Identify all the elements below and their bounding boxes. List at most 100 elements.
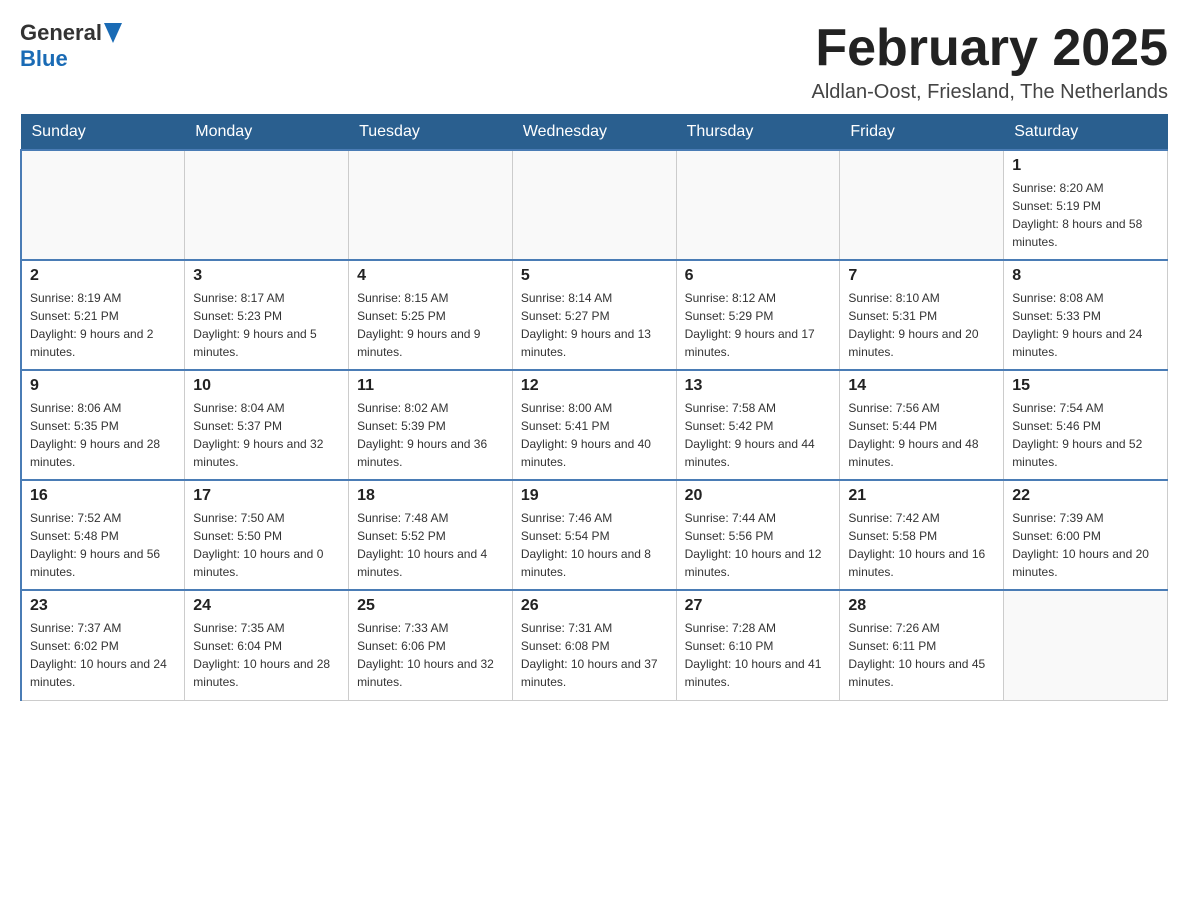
calendar-header-monday: Monday xyxy=(185,115,349,151)
day-info: Sunrise: 7:42 AM Sunset: 5:58 PM Dayligh… xyxy=(848,509,995,581)
day-info: Sunrise: 7:54 AM Sunset: 5:46 PM Dayligh… xyxy=(1012,399,1159,471)
location-title: Aldlan-Oost, Friesland, The Netherlands xyxy=(812,81,1168,104)
day-number: 12 xyxy=(521,377,668,395)
day-info: Sunrise: 8:02 AM Sunset: 5:39 PM Dayligh… xyxy=(357,399,504,471)
day-info: Sunrise: 8:00 AM Sunset: 5:41 PM Dayligh… xyxy=(521,399,668,471)
day-info: Sunrise: 7:33 AM Sunset: 6:06 PM Dayligh… xyxy=(357,619,504,691)
calendar-cell: 16 Sunrise: 7:52 AM Sunset: 5:48 PM Dayli… xyxy=(21,480,185,590)
day-number: 22 xyxy=(1012,487,1159,505)
calendar-cell: 19Sunrise: 7:46 AM Sunset: 5:54 PM Dayli… xyxy=(512,480,676,590)
day-info: Sunrise: 8:04 AM Sunset: 5:37 PM Dayligh… xyxy=(193,399,340,471)
calendar-cell: 17 Sunrise: 7:50 AM Sunset: 5:50 PM Dayli… xyxy=(185,480,349,590)
calendar-cell: 12 Sunrise: 8:00 AM Sunset: 5:41 PM Dayli… xyxy=(512,370,676,480)
day-number: 28 xyxy=(848,597,995,615)
title-section: February 2025 Aldlan-Oost, Friesland, Th… xyxy=(812,20,1168,104)
day-info: Sunrise: 7:50 AM Sunset: 5:50 PM Dayligh… xyxy=(193,509,340,581)
calendar-cell: 14Sunrise: 7:56 AM Sunset: 5:44 PM Dayli… xyxy=(840,370,1004,480)
day-number: 10 xyxy=(193,377,340,395)
calendar-cell: 25 Sunrise: 7:33 AM Sunset: 6:06 PM Dayli… xyxy=(349,590,513,700)
calendar-week-row: 1Sunrise: 8:20 AM Sunset: 5:19 PM Daylig… xyxy=(21,150,1168,260)
day-number: 8 xyxy=(1012,267,1159,285)
calendar-week-row: 23 Sunrise: 7:37 AM Sunset: 6:02 PM Dayli… xyxy=(21,590,1168,700)
day-info: Sunrise: 8:12 AM Sunset: 5:29 PM Dayligh… xyxy=(685,289,832,361)
day-number: 23 xyxy=(30,597,176,615)
calendar-cell xyxy=(512,150,676,260)
day-number: 6 xyxy=(685,267,832,285)
day-number: 21 xyxy=(848,487,995,505)
day-info: Sunrise: 7:26 AM Sunset: 6:11 PM Dayligh… xyxy=(848,619,995,691)
calendar-header-tuesday: Tuesday xyxy=(349,115,513,151)
day-number: 3 xyxy=(193,267,340,285)
day-number: 17 xyxy=(193,487,340,505)
calendar-header-sunday: Sunday xyxy=(21,115,185,151)
calendar-header-wednesday: Wednesday xyxy=(512,115,676,151)
calendar-cell: 20 Sunrise: 7:44 AM Sunset: 5:56 PM Dayli… xyxy=(676,480,840,590)
day-info: Sunrise: 8:17 AM Sunset: 5:23 PM Dayligh… xyxy=(193,289,340,361)
day-info: Sunrise: 7:46 AM Sunset: 5:54 PM Dayligh… xyxy=(521,509,668,581)
calendar-cell: 21 Sunrise: 7:42 AM Sunset: 5:58 PM Dayli… xyxy=(840,480,1004,590)
day-number: 7 xyxy=(848,267,995,285)
day-info: Sunrise: 7:37 AM Sunset: 6:02 PM Dayligh… xyxy=(30,619,176,691)
logo: General Blue xyxy=(20,20,122,72)
day-number: 9 xyxy=(30,377,176,395)
day-info: Sunrise: 8:06 AM Sunset: 5:35 PM Dayligh… xyxy=(30,399,176,471)
calendar-week-row: 2 Sunrise: 8:19 AM Sunset: 5:21 PM Daylig… xyxy=(21,260,1168,370)
day-number: 20 xyxy=(685,487,832,505)
calendar-header-friday: Friday xyxy=(840,115,1004,151)
calendar-cell: 23 Sunrise: 7:37 AM Sunset: 6:02 PM Dayli… xyxy=(21,590,185,700)
day-info: Sunrise: 7:56 AM Sunset: 5:44 PM Dayligh… xyxy=(848,399,995,471)
logo-text-blue: Blue xyxy=(20,46,68,71)
calendar-cell: 6 Sunrise: 8:12 AM Sunset: 5:29 PM Daylig… xyxy=(676,260,840,370)
calendar-cell: 26Sunrise: 7:31 AM Sunset: 6:08 PM Dayli… xyxy=(512,590,676,700)
month-title: February 2025 xyxy=(812,20,1168,77)
calendar-cell: 10 Sunrise: 8:04 AM Sunset: 5:37 PM Dayli… xyxy=(185,370,349,480)
day-number: 24 xyxy=(193,597,340,615)
calendar-cell xyxy=(349,150,513,260)
calendar-header-thursday: Thursday xyxy=(676,115,840,151)
day-number: 2 xyxy=(30,267,176,285)
calendar-cell: 1Sunrise: 8:20 AM Sunset: 5:19 PM Daylig… xyxy=(1004,150,1168,260)
calendar-cell: 2 Sunrise: 8:19 AM Sunset: 5:21 PM Daylig… xyxy=(21,260,185,370)
day-info: Sunrise: 7:48 AM Sunset: 5:52 PM Dayligh… xyxy=(357,509,504,581)
calendar-header-saturday: Saturday xyxy=(1004,115,1168,151)
calendar-cell: 4Sunrise: 8:15 AM Sunset: 5:25 PM Daylig… xyxy=(349,260,513,370)
calendar-cell: 3 Sunrise: 8:17 AM Sunset: 5:23 PM Daylig… xyxy=(185,260,349,370)
calendar-header-row: SundayMondayTuesdayWednesdayThursdayFrid… xyxy=(21,115,1168,151)
day-number: 25 xyxy=(357,597,504,615)
day-number: 18 xyxy=(357,487,504,505)
day-info: Sunrise: 7:39 AM Sunset: 6:00 PM Dayligh… xyxy=(1012,509,1159,581)
calendar-week-row: 16 Sunrise: 7:52 AM Sunset: 5:48 PM Dayli… xyxy=(21,480,1168,590)
calendar-cell: 24 Sunrise: 7:35 AM Sunset: 6:04 PM Dayli… xyxy=(185,590,349,700)
calendar-cell xyxy=(21,150,185,260)
day-number: 1 xyxy=(1012,157,1159,175)
calendar-cell xyxy=(840,150,1004,260)
day-number: 26 xyxy=(521,597,668,615)
calendar-cell: 5 Sunrise: 8:14 AM Sunset: 5:27 PM Daylig… xyxy=(512,260,676,370)
calendar-cell: 11 Sunrise: 8:02 AM Sunset: 5:39 PM Dayli… xyxy=(349,370,513,480)
calendar-cell: 13 Sunrise: 7:58 AM Sunset: 5:42 PM Dayli… xyxy=(676,370,840,480)
day-info: Sunrise: 7:52 AM Sunset: 5:48 PM Dayligh… xyxy=(30,509,176,581)
day-info: Sunrise: 7:58 AM Sunset: 5:42 PM Dayligh… xyxy=(685,399,832,471)
logo-triangle-icon xyxy=(104,23,122,45)
day-number: 11 xyxy=(357,377,504,395)
calendar-cell: 22 Sunrise: 7:39 AM Sunset: 6:00 PM Dayli… xyxy=(1004,480,1168,590)
day-number: 15 xyxy=(1012,377,1159,395)
day-info: Sunrise: 7:44 AM Sunset: 5:56 PM Dayligh… xyxy=(685,509,832,581)
page-header: General Blue February 2025 Aldlan-Oost, … xyxy=(20,20,1168,104)
day-number: 4 xyxy=(357,267,504,285)
calendar-cell: 28 Sunrise: 7:26 AM Sunset: 6:11 PM Dayli… xyxy=(840,590,1004,700)
day-info: Sunrise: 8:08 AM Sunset: 5:33 PM Dayligh… xyxy=(1012,289,1159,361)
day-info: Sunrise: 8:19 AM Sunset: 5:21 PM Dayligh… xyxy=(30,289,176,361)
calendar-cell xyxy=(1004,590,1168,700)
day-info: Sunrise: 8:14 AM Sunset: 5:27 PM Dayligh… xyxy=(521,289,668,361)
day-info: Sunrise: 7:35 AM Sunset: 6:04 PM Dayligh… xyxy=(193,619,340,691)
calendar-cell: 18 Sunrise: 7:48 AM Sunset: 5:52 PM Dayli… xyxy=(349,480,513,590)
calendar-cell: 7Sunrise: 8:10 AM Sunset: 5:31 PM Daylig… xyxy=(840,260,1004,370)
calendar-cell: 8 Sunrise: 8:08 AM Sunset: 5:33 PM Daylig… xyxy=(1004,260,1168,370)
day-number: 5 xyxy=(521,267,668,285)
calendar-cell: 27Sunrise: 7:28 AM Sunset: 6:10 PM Dayli… xyxy=(676,590,840,700)
calendar-cell: 15 Sunrise: 7:54 AM Sunset: 5:46 PM Dayli… xyxy=(1004,370,1168,480)
day-number: 16 xyxy=(30,487,176,505)
day-info: Sunrise: 7:28 AM Sunset: 6:10 PM Dayligh… xyxy=(685,619,832,691)
day-number: 13 xyxy=(685,377,832,395)
